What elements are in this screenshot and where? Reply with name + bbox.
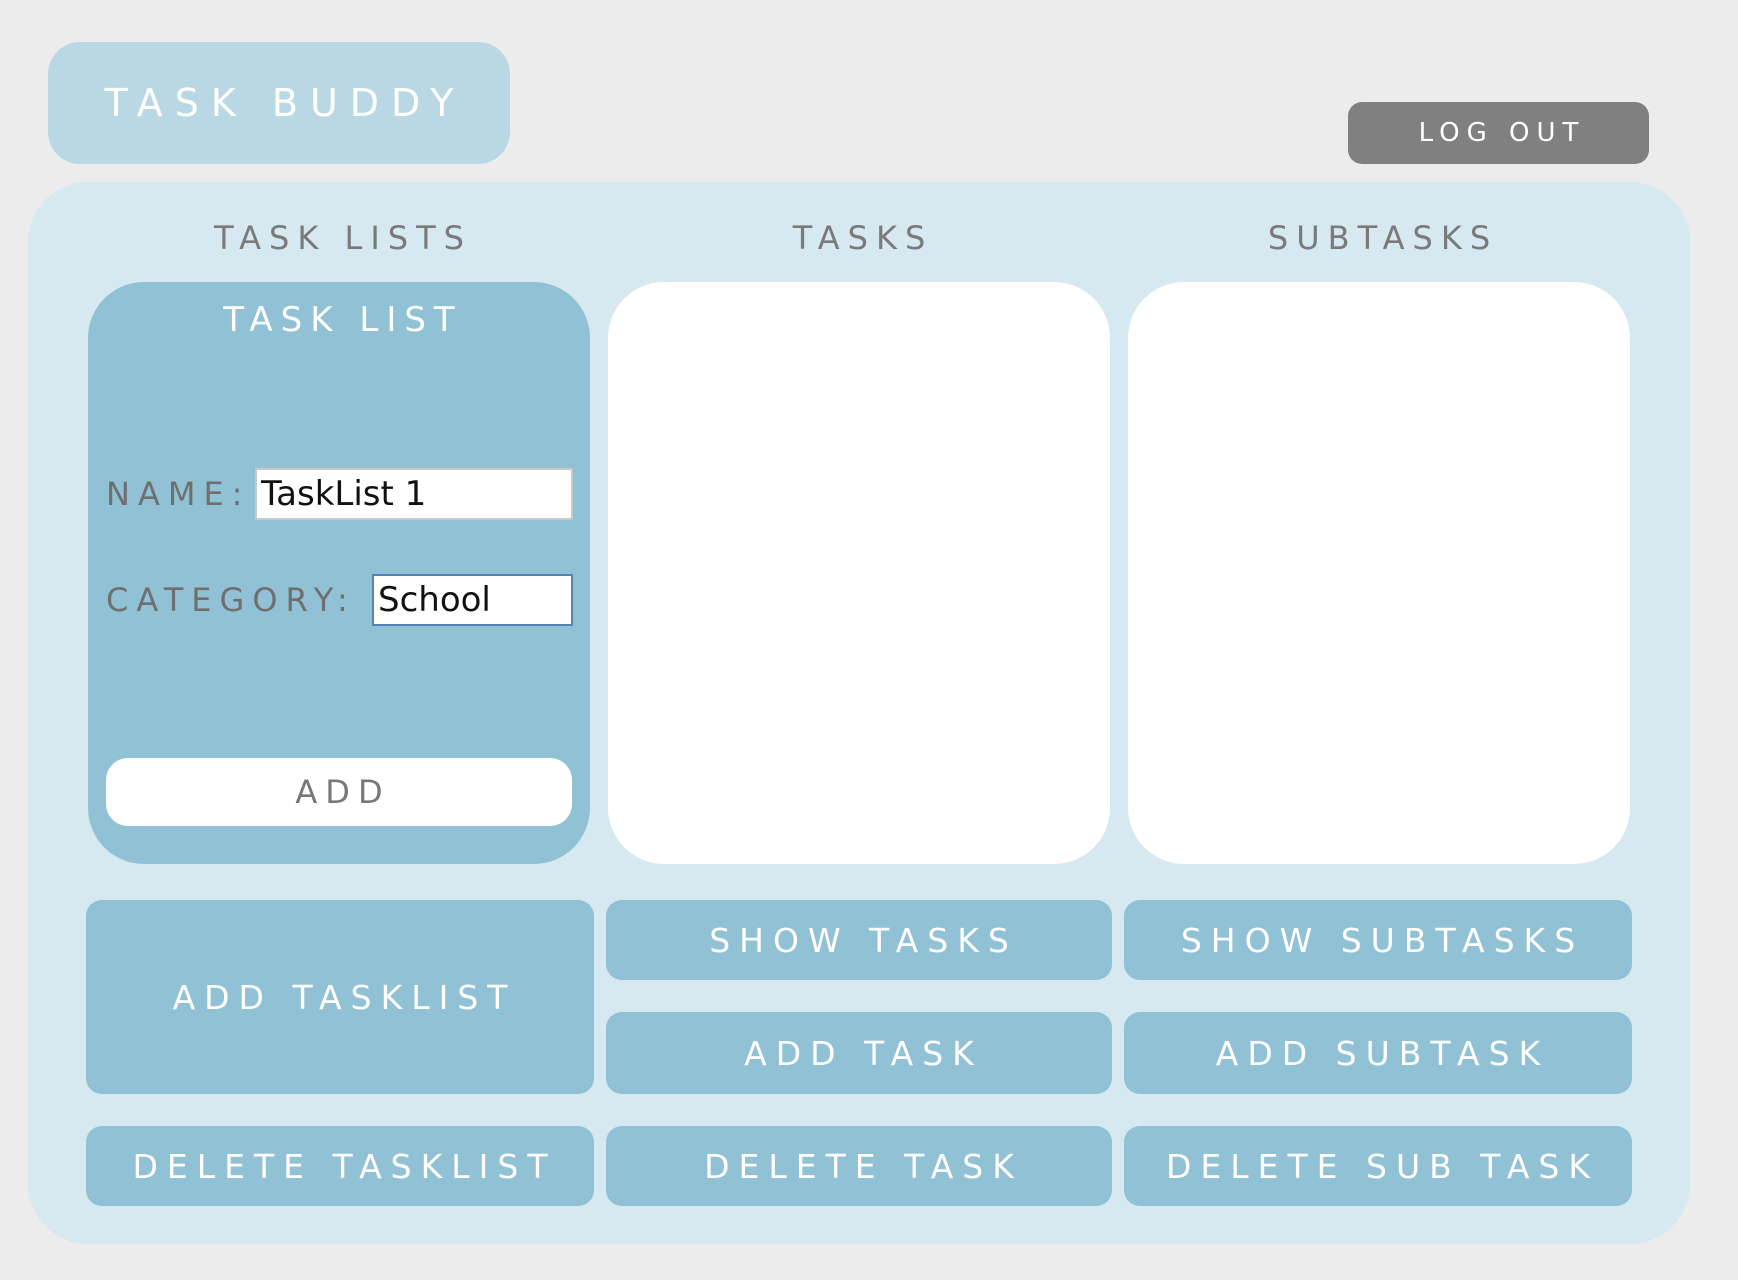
show-tasks-button[interactable]: SHOW TASKS (606, 900, 1112, 980)
category-label: CATEGORY: (106, 581, 356, 619)
app-title: TASK BUDDY (48, 42, 510, 164)
show-subtasks-button[interactable]: SHOW SUBTASKS (1124, 900, 1632, 980)
name-label: NAME: (106, 475, 251, 513)
task-list-form-title: TASK LIST (223, 300, 463, 340)
add-button[interactable]: ADD (106, 758, 572, 826)
column-title-subtasks: SUBTASKS (1267, 219, 1499, 257)
add-subtask-button[interactable]: ADD SUBTASK (1124, 1012, 1632, 1094)
column-title-task-lists: TASK LISTS (214, 219, 472, 257)
add-task-button[interactable]: ADD TASK (606, 1012, 1112, 1094)
name-input[interactable] (255, 468, 573, 520)
task-list-form: TASK LIST NAME: CATEGORY: ADD (88, 282, 590, 864)
logout-button[interactable]: LOG OUT (1348, 102, 1649, 164)
add-tasklist-button[interactable]: ADD TASKLIST (86, 900, 594, 1094)
tasks-list-box[interactable] (608, 282, 1110, 864)
delete-task-button[interactable]: DELETE TASK (606, 1126, 1112, 1206)
delete-tasklist-button[interactable]: DELETE TASKLIST (86, 1126, 594, 1206)
category-input[interactable] (372, 574, 573, 626)
subtasks-list-box[interactable] (1128, 282, 1630, 864)
column-title-tasks: TASKS (792, 219, 934, 257)
delete-subtask-button[interactable]: DELETE SUB TASK (1124, 1126, 1632, 1206)
